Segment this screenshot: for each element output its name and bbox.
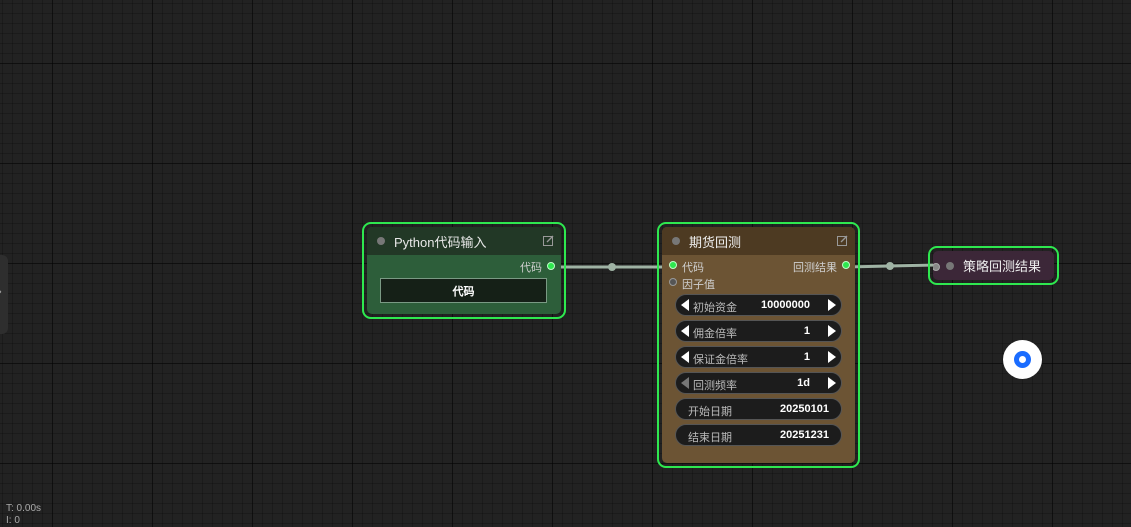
widget-label: 结束日期	[688, 432, 732, 444]
increment-arrow-icon[interactable]	[828, 325, 836, 337]
start-date-field[interactable]: 开始日期 20250101	[675, 398, 842, 420]
margin-multiplier-widget[interactable]: 保证金倍率 1	[675, 346, 842, 368]
node-title: 期货回测	[689, 234, 742, 250]
chat-assistant-icon	[1014, 351, 1031, 368]
futures-backtest-node[interactable]: 期货回测 代码 回测结果 因子值 初始资金 10000000 佣金倍率 1 保证…	[657, 222, 860, 468]
node-title: 策略回测结果	[963, 259, 1042, 274]
node-title-bar[interactable]: Python代码输入	[367, 227, 561, 255]
stat-iterations: I: 0	[6, 515, 20, 526]
input-port-code[interactable]	[669, 261, 677, 269]
link-code-midpoint	[608, 263, 616, 271]
widget-value: 20251231	[780, 429, 829, 441]
strategy-backtest-result-node[interactable]: 策略回测结果	[928, 246, 1059, 285]
input-label-code: 代码	[682, 262, 704, 274]
decrement-arrow-icon[interactable]	[681, 351, 689, 363]
decrement-arrow-icon[interactable]	[681, 299, 689, 311]
decrement-arrow-icon[interactable]	[681, 377, 689, 389]
widget-label: 开始日期	[688, 406, 732, 418]
increment-arrow-icon[interactable]	[828, 377, 836, 389]
widget-label: 回测频率	[693, 380, 737, 392]
increment-arrow-icon[interactable]	[828, 299, 836, 311]
output-label-code: 代码	[520, 262, 542, 274]
render-stats: T: 0.00s I: 0	[6, 503, 41, 527]
input-port-result[interactable]	[933, 263, 940, 271]
widget-label: 初始资金	[693, 302, 737, 314]
commission-multiplier-widget[interactable]: 佣金倍率 1	[675, 320, 842, 342]
backtest-frequency-widget[interactable]: 回测频率 1d	[675, 372, 842, 394]
widget-value: 20250101	[780, 403, 829, 415]
collapse-dot[interactable]	[946, 261, 954, 270]
chat-assistant-button[interactable]	[1003, 340, 1042, 379]
output-label-backtest-result: 回测结果	[793, 262, 837, 274]
widget-value: 1	[803, 325, 810, 337]
node-title-bar[interactable]: 期货回测	[662, 227, 855, 255]
input-port-factor[interactable]	[669, 278, 677, 286]
widget-value: 1d	[797, 377, 810, 389]
collapse-dot[interactable]	[377, 237, 385, 245]
decrement-arrow-icon[interactable]	[681, 325, 689, 337]
chevron-right-icon: ›	[0, 286, 2, 298]
output-port-backtest-result[interactable]	[842, 261, 850, 269]
stat-time: T: 0.00s	[6, 503, 42, 514]
end-date-field[interactable]: 结束日期 20251231	[675, 424, 842, 446]
widget-label: 保证金倍率	[693, 354, 748, 366]
collapse-dot[interactable]	[672, 237, 680, 245]
increment-arrow-icon[interactable]	[828, 351, 836, 363]
edit-icon[interactable]	[543, 235, 554, 246]
node-title: Python代码输入	[394, 234, 487, 250]
widget-value: 1	[803, 351, 810, 363]
link-result-midpoint	[886, 262, 894, 270]
widget-label: 佣金倍率	[693, 328, 737, 340]
code-button[interactable]: 代码	[380, 278, 547, 303]
widget-value: 10000000	[761, 299, 810, 311]
edit-icon[interactable]	[837, 235, 848, 246]
initial-capital-widget[interactable]: 初始资金 10000000	[675, 294, 842, 316]
python-code-input-node[interactable]: Python代码输入 代码 代码	[362, 222, 566, 319]
output-port-code[interactable]	[547, 262, 555, 270]
input-label-factor: 因子值	[682, 279, 715, 291]
side-panel-toggle[interactable]: ›	[0, 255, 8, 334]
